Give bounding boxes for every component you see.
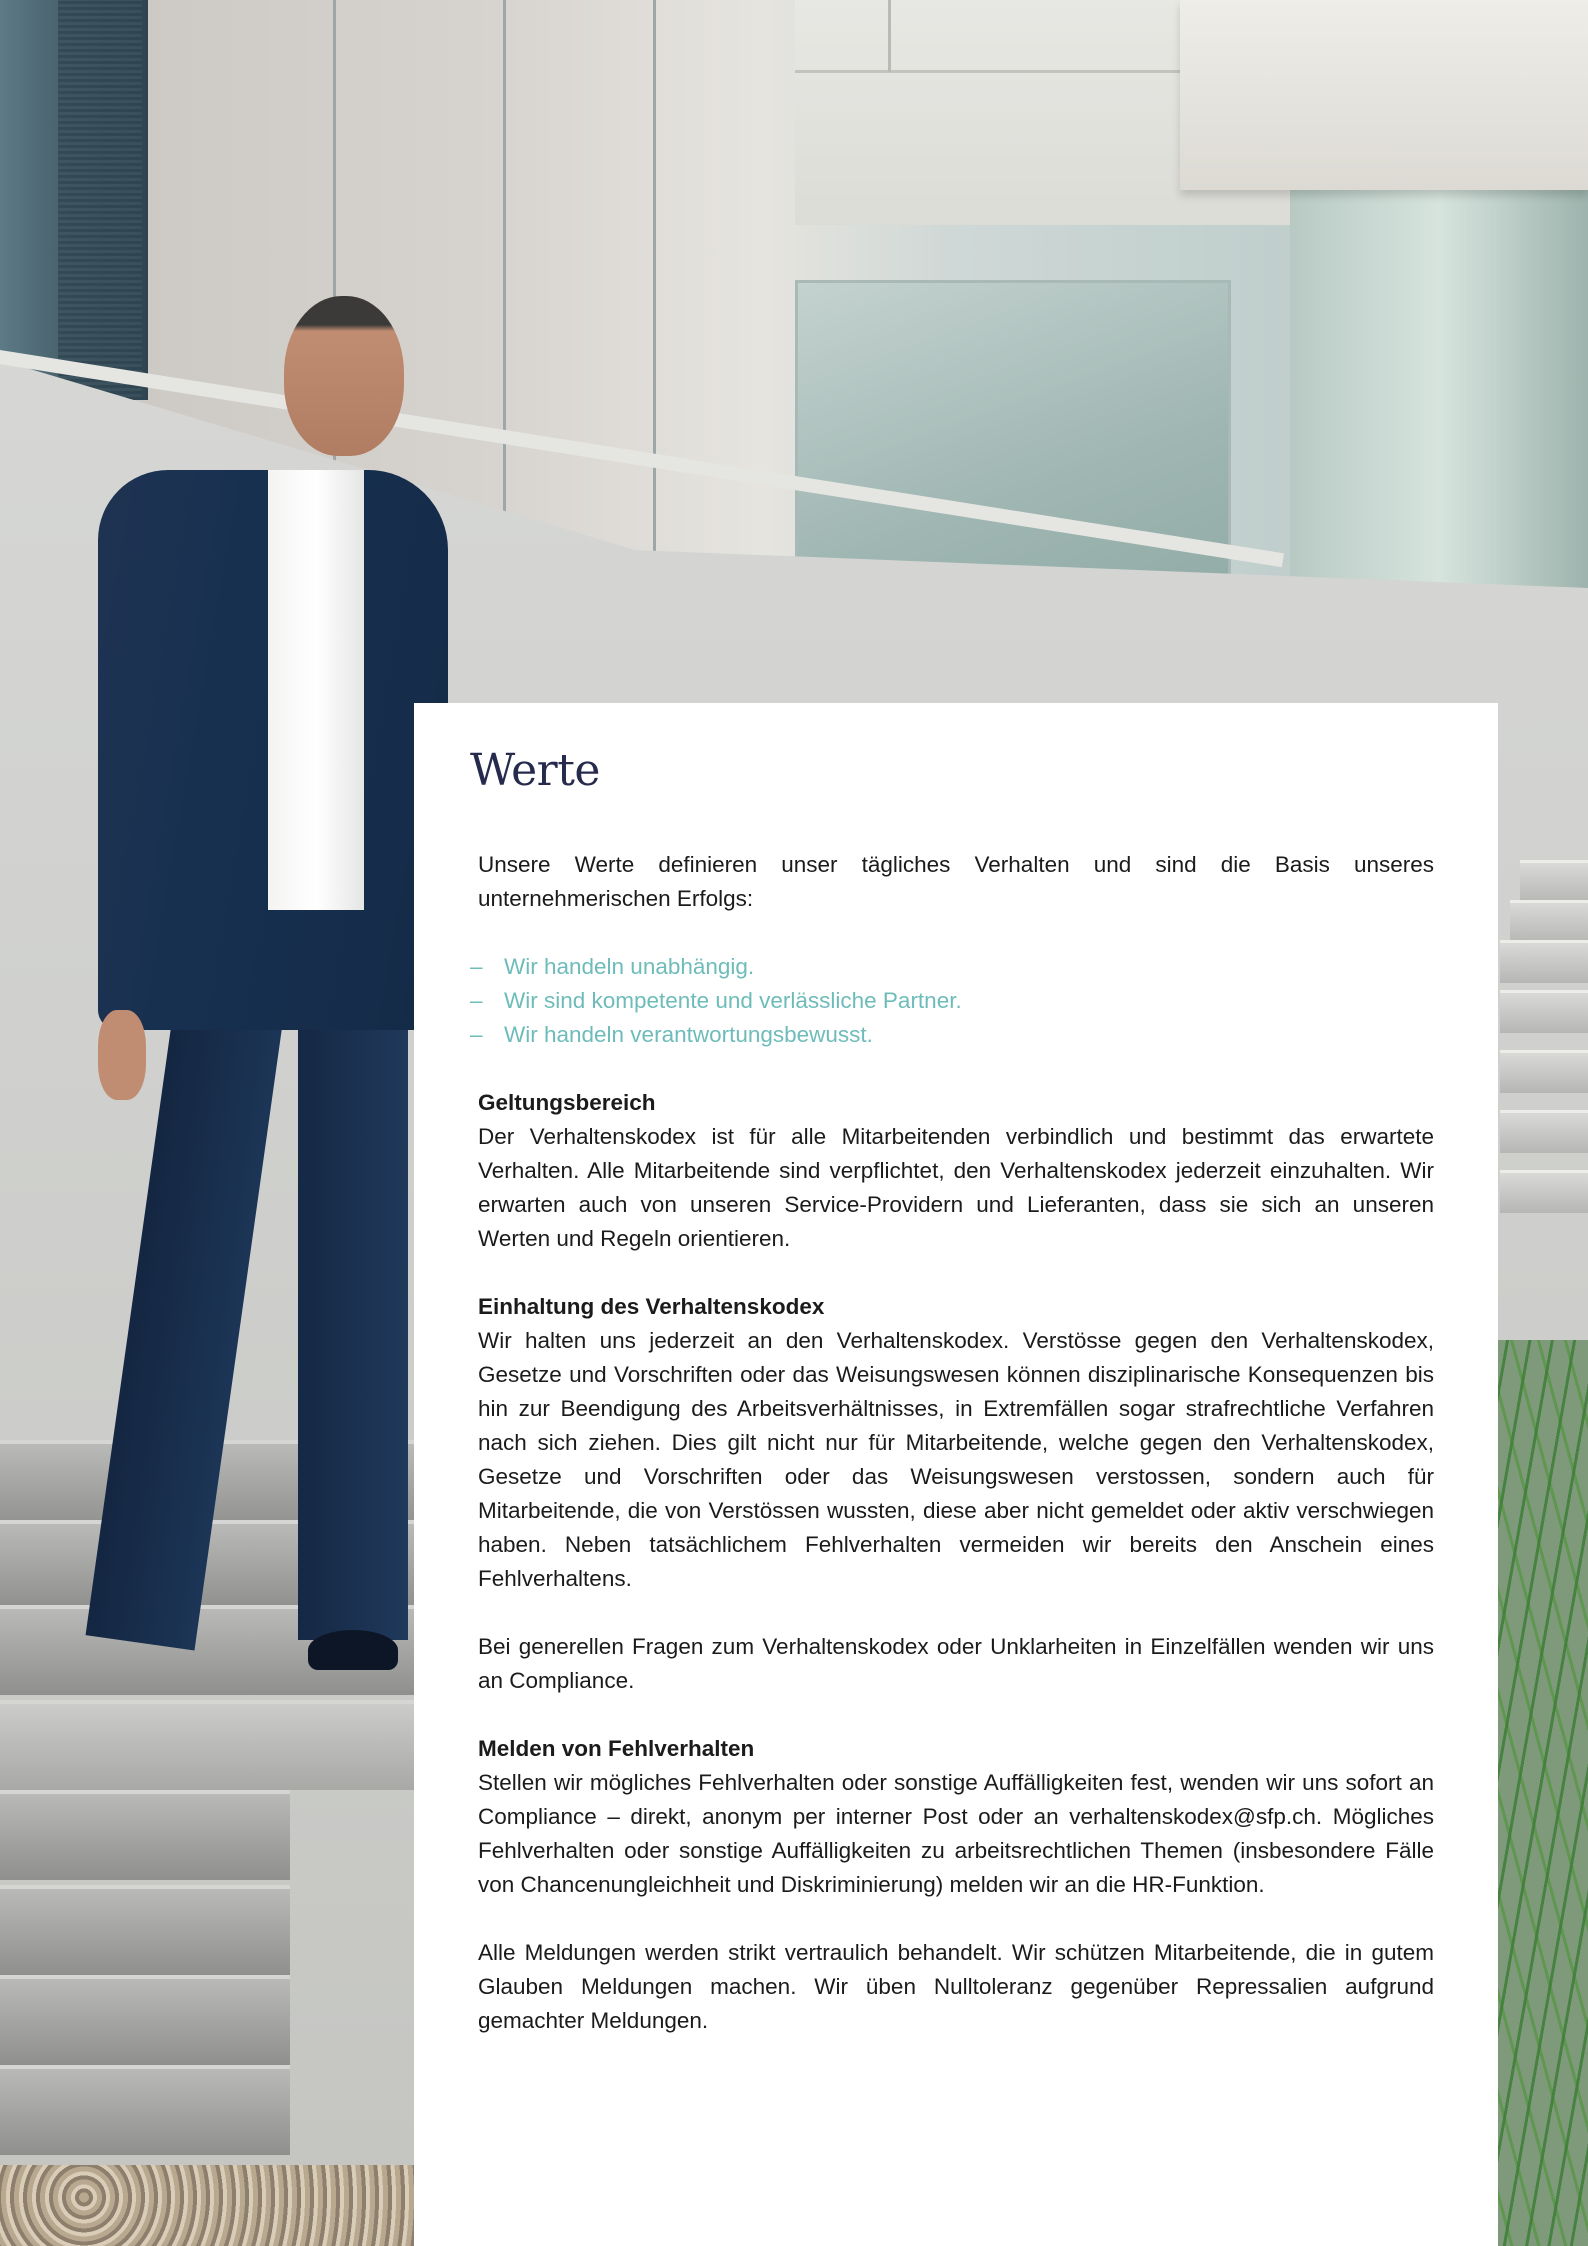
- content-body: Unsere Werte definieren unser tägliches …: [470, 848, 1434, 2038]
- stair-step-right: [1500, 1050, 1588, 1093]
- content-card: Werte Unsere Werte definieren unser tägl…: [414, 703, 1498, 2246]
- concrete-overhang: [1180, 0, 1588, 190]
- compliance-section: Einhaltung des Verhaltenskodex Wir halte…: [478, 1290, 1434, 1596]
- section-heading: Melden von Fehlverhalten: [478, 1736, 755, 1761]
- scope-section: Geltungsbereich Der Verhaltenskodex ist …: [478, 1086, 1434, 1256]
- stair-step-right: [1510, 900, 1588, 943]
- value-text: Wir sind kompetente und verlässliche Par…: [504, 988, 962, 1013]
- gravel: [0, 2165, 420, 2246]
- page-title: Werte: [470, 745, 600, 796]
- glass-mullion: [653, 0, 656, 560]
- list-dash: –: [470, 954, 483, 979]
- stair-step: [0, 1790, 290, 1880]
- stair-step-right: [1500, 940, 1588, 983]
- stair-step: [0, 2065, 290, 2155]
- value-item: – Wir handeln verantwortungsbewusst.: [470, 1018, 1434, 1052]
- section-heading: Geltungsbereich: [478, 1090, 656, 1115]
- value-text: Wir handeln verantwortungsbewusst.: [504, 1022, 873, 1047]
- compliance-note: Bei generellen Fragen zum Verhaltenskode…: [478, 1634, 1434, 1693]
- plant: [1498, 1340, 1588, 2246]
- section-body: Der Verhaltenskodex ist für alle Mitarbe…: [478, 1124, 1434, 1251]
- list-dash: –: [470, 988, 483, 1013]
- list-dash: –: [470, 1022, 483, 1047]
- confidentiality-paragraph: Alle Meldungen werden strikt vertraulich…: [478, 1940, 1434, 2033]
- value-text: Wir handeln unabhängig.: [504, 954, 755, 979]
- reporting-section: Melden von Fehlverhalten Stellen wir mög…: [478, 1732, 1434, 1902]
- stair-step-right: [1500, 1110, 1588, 1153]
- stair-step: [0, 1885, 290, 1975]
- stair-step: [0, 1975, 290, 2065]
- value-item: – Wir sind kompetente und verlässliche Pa…: [470, 984, 1434, 1018]
- glass-mullion: [503, 0, 506, 560]
- businessman-on-phone: [85, 290, 448, 1720]
- values-list: – Wir handeln unabhängig. – Wir sind kompe…: [470, 950, 1434, 1052]
- intro-paragraph: Unsere Werte definieren unser tägliches …: [478, 852, 1434, 911]
- stair-step-right: [1500, 1170, 1588, 1213]
- section-body: Stellen wir mögliches Fehlverhalten oder…: [478, 1770, 1434, 1897]
- stair-step-right: [1500, 990, 1588, 1033]
- stair-step-right: [1520, 860, 1588, 903]
- section-heading: Einhaltung des Verhaltenskodex: [478, 1294, 825, 1319]
- value-item: – Wir handeln unabhängig.: [470, 950, 1434, 984]
- section-body: Wir halten uns jederzeit an den Verhalte…: [478, 1328, 1434, 1591]
